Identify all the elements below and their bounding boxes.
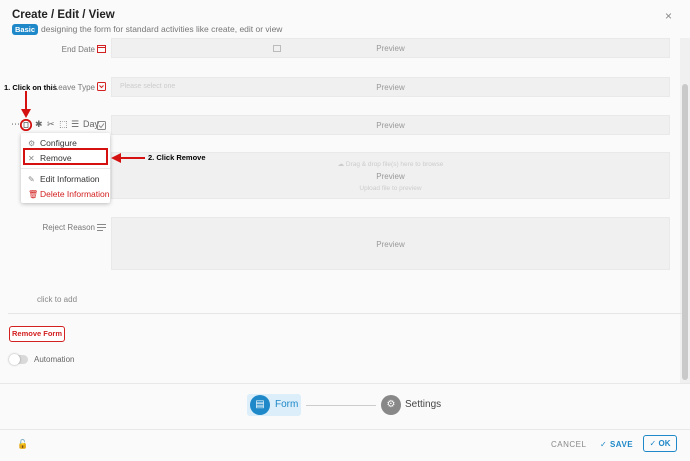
dialog-subtitle: Basic designing the form for standard act… (12, 24, 282, 35)
day-field[interactable]: Preview (111, 115, 670, 135)
field-label-reject-reason: Reject Reason (42, 223, 95, 232)
preview-text: Preview (376, 44, 405, 53)
check-icon: ✓ (600, 440, 610, 449)
tab-settings[interactable]: Settings (405, 399, 441, 410)
settings-sliders-icon[interactable]: ☰ (71, 119, 79, 130)
toggle-knob (9, 354, 20, 365)
trash-icon: 🗑 (28, 190, 39, 199)
settings-icon[interactable]: ⚙ (381, 395, 401, 415)
click-to-add[interactable]: click to add (37, 295, 77, 304)
dialog-header: Create / Edit / View × Basic designing th… (0, 0, 690, 38)
cancel-button[interactable]: CANCEL (551, 440, 586, 449)
gear-icon: ⚙ (28, 139, 36, 148)
grid-icon[interactable] (20, 119, 32, 131)
step-tabs (0, 383, 690, 429)
field-label-leave-type: Leave Type (53, 83, 95, 92)
reject-reason-field[interactable]: Preview (111, 217, 670, 270)
dialog-title: Create / Edit / View (12, 9, 115, 21)
leave-type-field[interactable]: Please select one Preview (111, 77, 670, 97)
upload-hint: Drag & drop file(s) here to browse (345, 161, 444, 168)
action-bar (0, 429, 690, 461)
subtitle-text: designing the form for standard activiti… (41, 24, 283, 34)
cloud-upload-icon: ☁ (337, 161, 345, 168)
lines-icon (97, 224, 106, 231)
preview-text: Preview (376, 121, 405, 130)
end-date-field[interactable]: Preview (111, 38, 670, 58)
menu-item-delete-information[interactable]: 🗑 Delete Information (28, 189, 109, 199)
tab-connector (306, 405, 376, 406)
save-button[interactable]: ✓ SAVE (600, 440, 633, 449)
menu-divider (21, 168, 110, 169)
annotation-arrow-left (111, 153, 145, 163)
annotation-arrow-down (21, 91, 31, 118)
divider (8, 313, 682, 314)
tab-form-label: Form (275, 399, 299, 410)
ok-button[interactable]: ✓ OK (643, 435, 677, 452)
annotation-highlight-remove (23, 148, 108, 165)
basic-badge: Basic (12, 24, 39, 35)
annotation-step2: 2. Click Remove (148, 153, 206, 162)
field-label-end-date: End Date (61, 45, 95, 54)
scrollbar-thumb[interactable] (682, 84, 688, 380)
asterisk-icon[interactable]: ✱ (35, 119, 43, 130)
select-icon (97, 82, 106, 91)
preview-text: Preview (376, 172, 405, 181)
checkbox-icon (97, 121, 106, 130)
calendar-icon (97, 45, 106, 53)
tools-icon[interactable]: ✂ (47, 119, 55, 130)
menu-item-edit-information[interactable]: ✎ Edit Information (28, 174, 100, 184)
preview-text: Preview (376, 240, 405, 249)
form-icon: ▤ (250, 395, 270, 415)
drag-handle-icon[interactable]: ⋯ (11, 119, 20, 130)
menu-item-configure[interactable]: ⚙ Configure (28, 138, 77, 148)
preview-text: Preview (376, 83, 405, 92)
remove-form-button[interactable]: Remove Form (9, 326, 65, 342)
lock-icon[interactable]: 🔓 (17, 439, 28, 450)
close-icon[interactable]: × (665, 9, 672, 23)
upload-subtext: Upload file to preview (359, 185, 422, 192)
edit-icon: ✎ (28, 175, 35, 184)
select-area-icon[interactable]: ⬚ (59, 119, 68, 130)
automation-label: Automation (34, 355, 75, 364)
form-designer-dialog: Create / Edit / View × Basic designing th… (0, 0, 690, 461)
automation-toggle[interactable] (9, 354, 28, 365)
